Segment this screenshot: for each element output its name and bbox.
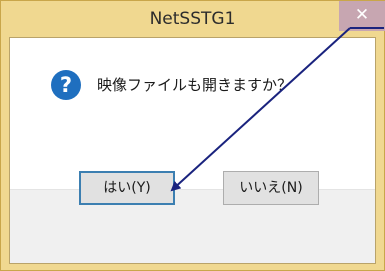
annotation-arrow [170, 27, 384, 192]
